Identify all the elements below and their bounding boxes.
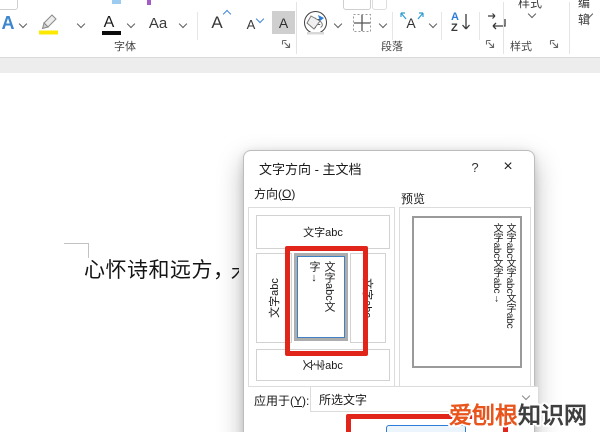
direction-horizontal-label: 文字abc	[303, 227, 343, 239]
text-effects-icon: A	[1, 12, 15, 33]
apply-to-label: 应用于(Y):	[254, 394, 310, 408]
chevron-down-icon	[76, 19, 86, 28]
asian-layout-icon: A	[400, 12, 424, 31]
styles-group-label: 样式	[510, 41, 532, 53]
preview-text: 文字abc文字abc文字abc 文字abc文字abc↓	[491, 223, 515, 329]
highlight-button[interactable]	[36, 11, 60, 36]
orientation-label: 方向(O)	[254, 187, 296, 201]
chevron-down-icon	[428, 19, 438, 28]
watermark-rest: 知识网	[518, 402, 587, 428]
paragraph-group-label: 段落	[381, 41, 403, 53]
direction-rotate-left-label: 文字abc	[269, 278, 281, 318]
borders-grid-icon	[353, 14, 371, 32]
direction-stacked-label: 文字abc	[301, 359, 343, 373]
group-separator	[296, 2, 297, 54]
asian-layout-button[interactable]: A	[396, 10, 426, 36]
grow-font-icon: A	[211, 9, 231, 33]
shading-button[interactable]	[304, 11, 328, 36]
change-case-icon: Aa	[148, 14, 168, 32]
clipped-control	[112, 0, 121, 4]
styles-dialog-launcher[interactable]	[549, 39, 559, 49]
chevron-down-icon	[178, 19, 188, 28]
dialog-title: 文字方向 - 主文档	[259, 162, 362, 177]
change-case-dropdown[interactable]	[178, 19, 188, 30]
paragraph-mark-icon	[488, 13, 506, 30]
font-color-button[interactable]: A	[96, 10, 122, 36]
ribbon: A A Aa A A A 字体 A A Z 段落 样式 样式 编辑	[0, 0, 600, 58]
word-window: A A Aa A A A 字体 A A Z 段落 样式 样式 编辑 心怀诗和远方…	[0, 0, 600, 432]
apply-to-value: 所选文字	[319, 392, 368, 407]
font-dialog-launcher[interactable]	[281, 39, 291, 49]
paragraph-dialog-launcher[interactable]	[485, 39, 495, 49]
direction-horizontal-button[interactable]: 文字abc	[256, 215, 390, 249]
text-effects-button[interactable]: A	[0, 11, 18, 35]
grow-font-button[interactable]: A	[204, 9, 231, 36]
chevron-down-icon	[18, 19, 28, 28]
preview-label: 预览	[401, 192, 426, 206]
dialog-launcher-icon	[281, 39, 291, 49]
dialog-launcher-icon	[485, 39, 495, 49]
separator	[441, 12, 442, 40]
font-color-icon: A	[101, 14, 121, 35]
clipped-control	[0, 0, 18, 10]
chevron-down-icon	[126, 19, 136, 28]
highlight-dropdown[interactable]	[76, 19, 86, 30]
shading-dropdown[interactable]	[333, 19, 343, 30]
separator	[197, 12, 198, 40]
annotation-box-vertical-option	[285, 246, 368, 356]
asian-layout-dropdown[interactable]	[428, 19, 438, 30]
borders-dropdown[interactable]	[378, 19, 388, 30]
separator	[392, 12, 393, 40]
chevron-down-icon	[378, 19, 388, 28]
chevron-down-icon	[333, 19, 343, 28]
font-color-dropdown[interactable]	[126, 19, 136, 30]
document-text[interactable]: 心怀诗和远方，	[84, 254, 235, 284]
character-shading-icon: A	[278, 14, 289, 31]
borders-button[interactable]	[350, 11, 374, 35]
font-group-label: 字体	[114, 41, 136, 53]
watermark: 爱刨根知识网	[449, 396, 587, 430]
editing-menu[interactable]: 编辑	[576, 0, 600, 26]
shading-bucket-icon	[306, 14, 324, 34]
ribbon-underlay	[0, 58, 600, 74]
help-button[interactable]: ?	[464, 157, 486, 177]
close-button[interactable]: ×	[494, 155, 522, 179]
character-shading-button[interactable]: A	[272, 11, 295, 34]
preview-page: 文字abc文字abc文字abc 文字abc文字abc↓	[412, 216, 522, 368]
separator	[479, 12, 480, 40]
shrink-font-icon: A	[247, 14, 265, 32]
group-separator	[569, 2, 570, 54]
clipped-control	[147, 0, 151, 5]
show-marks-button[interactable]	[484, 10, 510, 36]
group-separator	[503, 2, 504, 54]
shrink-font-button[interactable]: A	[238, 12, 265, 36]
sort-button[interactable]: A Z	[446, 9, 474, 37]
dialog-launcher-icon	[549, 39, 559, 49]
watermark-highlight: 爱刨根	[449, 402, 518, 428]
text-effects-dropdown[interactable]	[18, 19, 28, 30]
document-text-clipped: 木	[231, 258, 239, 282]
down-arrow-icon: ↓	[491, 293, 502, 305]
change-case-button[interactable]: Aa	[144, 12, 172, 34]
styles-gallery[interactable]: 样式	[516, 0, 556, 26]
clipped-control	[372, 0, 387, 10]
text-direction-dialog: 文字方向 - 主文档 ? × 方向(O) 文字abc 文字abc 文字abc文 …	[243, 150, 539, 432]
clipped-control	[343, 0, 371, 10]
sort-icon: A Z	[449, 11, 471, 35]
highlighter-icon	[38, 14, 58, 35]
